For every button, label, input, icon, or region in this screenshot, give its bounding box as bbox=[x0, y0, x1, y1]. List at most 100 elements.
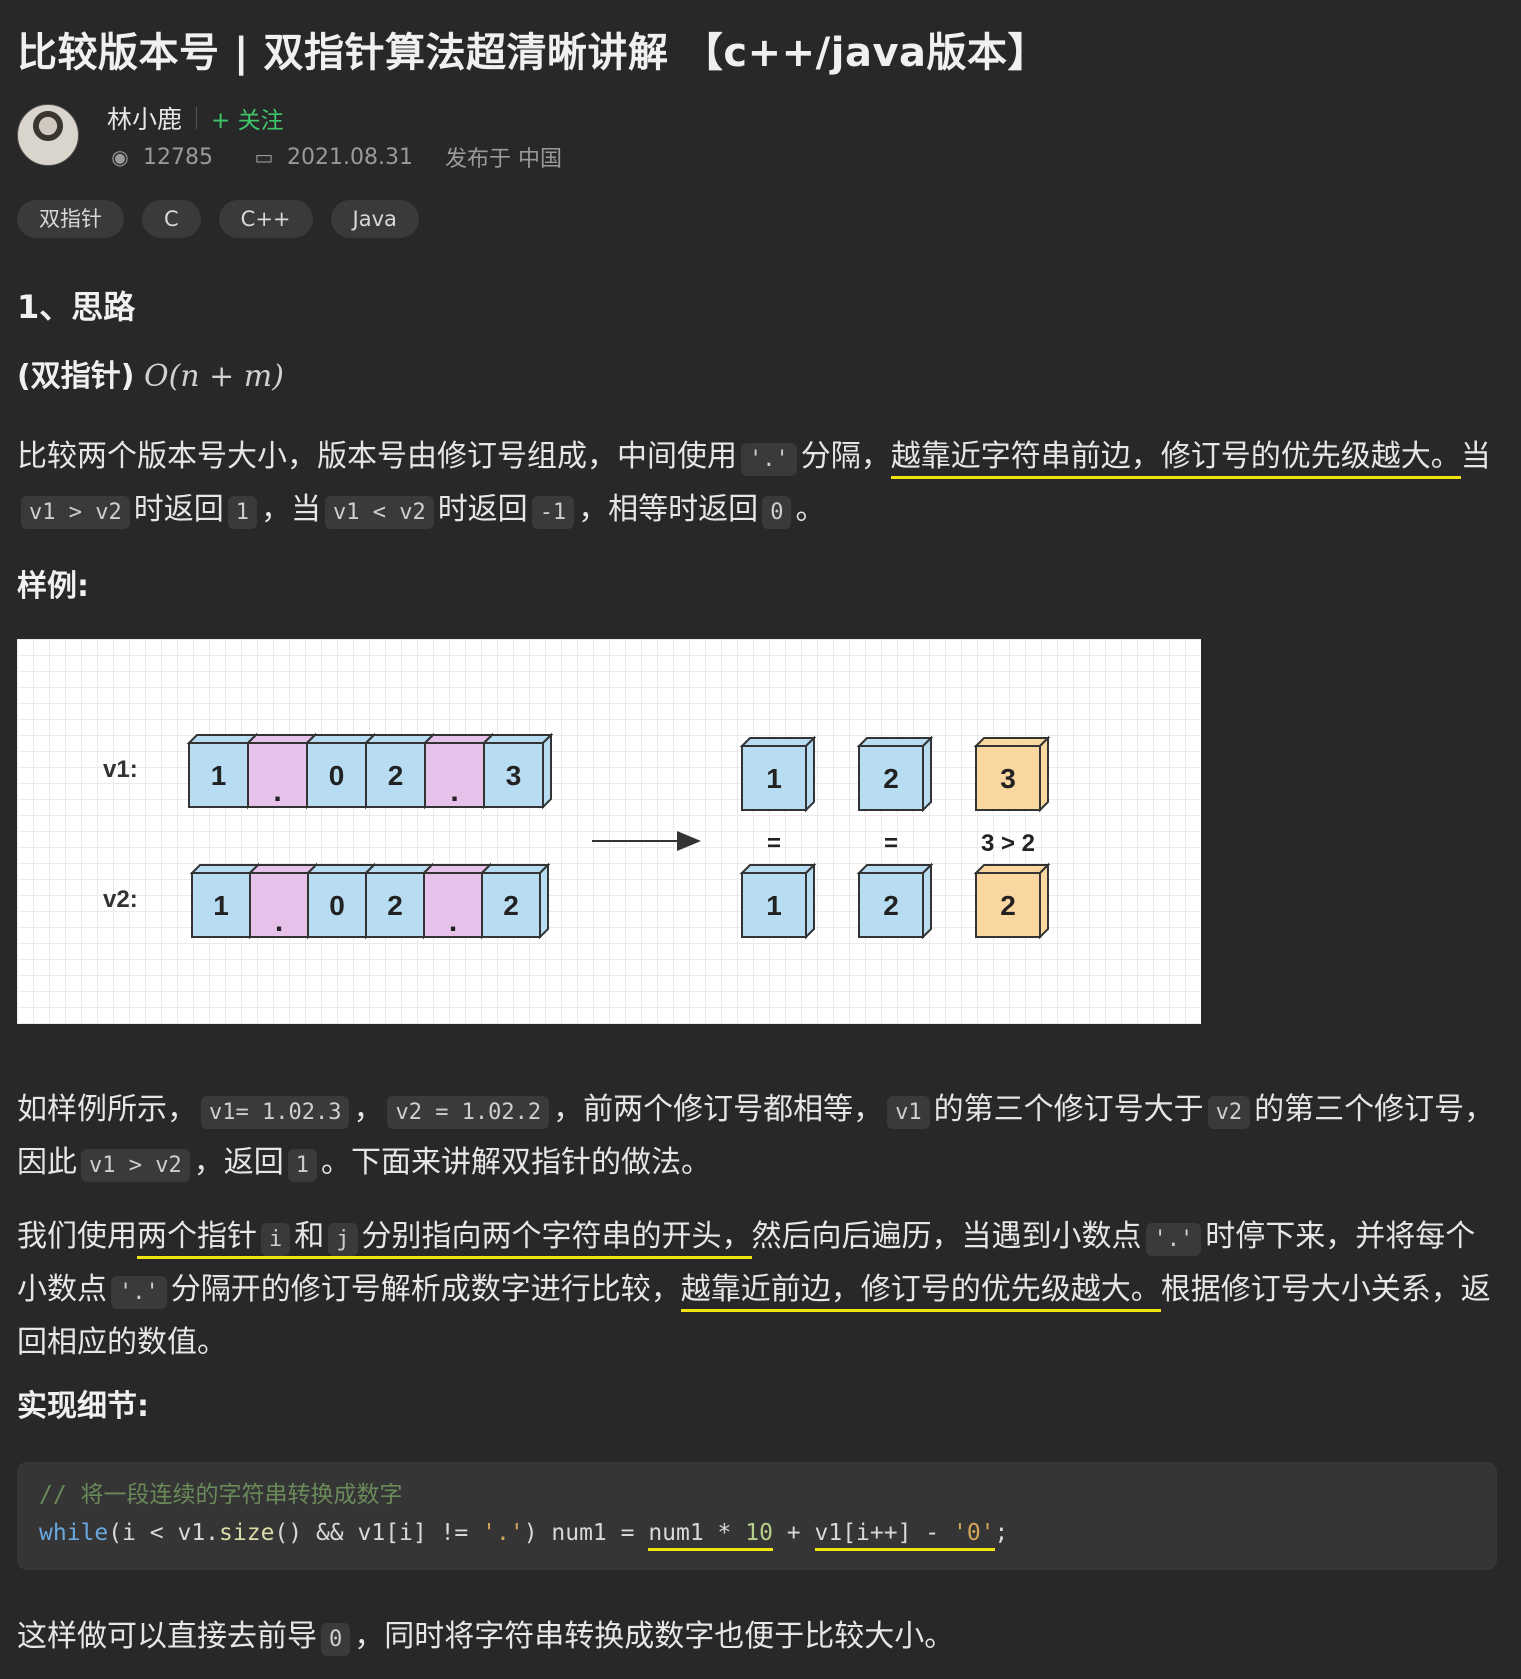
example-label: 样例: bbox=[17, 569, 89, 604]
code-string: '.' bbox=[482, 1520, 524, 1546]
inline-code: '.' bbox=[111, 1276, 167, 1309]
highlighted-text: 越靠近前边，修订号的优先级越大。 bbox=[680, 1272, 1161, 1312]
text: 分别指向两个字符串的开头， bbox=[361, 1219, 752, 1254]
cell-value: 2 bbox=[503, 890, 519, 921]
cell-value: 1 bbox=[213, 890, 229, 921]
code-comment: // 将一段连续的字符串转换成数字 bbox=[39, 1482, 403, 1508]
paragraph-example: 如样例所示， v1= 1.02.3， v2 = 1.02.2 ，前两个修订号都相等， v… bbox=[17, 1085, 1497, 1191]
text: ，当 bbox=[260, 492, 321, 527]
v1-cell: . bbox=[422, 732, 495, 810]
text: 时返回 bbox=[437, 492, 528, 527]
cell-value: 0 bbox=[329, 890, 345, 921]
label-v2: v2: bbox=[103, 886, 138, 913]
paragraph-conclusion: 这样做可以直接去前导 0 ，同时将字符串转换成数字也便于比较大小。 bbox=[17, 1612, 1497, 1665]
cell-value: . bbox=[275, 905, 283, 938]
inline-code: 1 bbox=[287, 1149, 317, 1182]
code-text: (i < v1. bbox=[108, 1520, 220, 1546]
view-count: 12785 bbox=[143, 144, 213, 170]
code-text: ) num1 = bbox=[523, 1520, 649, 1546]
inline-code: '.' bbox=[1145, 1223, 1202, 1256]
complexity: O(n + m) bbox=[143, 359, 284, 394]
tag-c[interactable]: C bbox=[142, 200, 201, 238]
text: 时返回 bbox=[133, 492, 224, 527]
cell-value: 3 bbox=[506, 760, 522, 791]
result-top-cell: 2 bbox=[856, 735, 934, 813]
cell-value: 2 bbox=[388, 760, 404, 791]
v1-cell: 2 bbox=[363, 732, 436, 810]
author-avatar[interactable] bbox=[17, 104, 79, 166]
relation-label: = bbox=[884, 830, 898, 857]
eye-icon: ◉ bbox=[111, 145, 129, 169]
v1-cell: 3 bbox=[481, 732, 554, 810]
v2-cell: 2 bbox=[363, 862, 435, 940]
text: ，同时将字符串转换成数字也便于比较大小。 bbox=[354, 1619, 955, 1654]
v2-cells: 1. 0 2. 2 bbox=[189, 862, 551, 940]
example-figure: v1: v2: 1. 0 2. 3 1. 0 2. 2 1 2 3 1 2 2 = = 3 > 2 bbox=[17, 639, 1201, 1024]
text: 比较两个版本号大小，版本号由修订号组成，中间使用 bbox=[17, 439, 737, 474]
inline-code: v2 bbox=[1207, 1096, 1251, 1129]
author-name[interactable]: 林小鹿 bbox=[107, 100, 182, 136]
code-text: + bbox=[772, 1520, 815, 1546]
cell-value: . bbox=[273, 775, 281, 808]
text: 分隔， bbox=[800, 439, 891, 474]
text: 然后向后遍历，当遇到小数点 bbox=[751, 1219, 1142, 1254]
publish-date: 2021.08.31 bbox=[287, 144, 413, 170]
v1-cell: . bbox=[245, 732, 318, 810]
text: 如样例所示， bbox=[17, 1092, 197, 1127]
text: 时停下来， bbox=[1205, 1219, 1356, 1254]
highlighted-code: v1[i++] - '0' bbox=[814, 1520, 995, 1551]
code-string: '0' bbox=[952, 1520, 995, 1546]
v2-cell: 0 bbox=[305, 862, 377, 940]
text: 两个指针 bbox=[137, 1219, 257, 1254]
paragraph-approach: 我们使用两个指针 i 和 j 分别指向两个字符串的开头，然后向后遍历，当遇到小数点 '.'… bbox=[17, 1212, 1497, 1368]
relation-label: 3 > 2 bbox=[981, 830, 1035, 857]
label-v1: v1: bbox=[103, 756, 138, 783]
text: ，返回 bbox=[193, 1145, 284, 1180]
v2-cell: . bbox=[247, 862, 319, 940]
tag-list: 双指针 C C++ Java bbox=[17, 200, 419, 238]
inline-code: '.' bbox=[741, 443, 797, 476]
result-top-cell: 1 bbox=[739, 735, 817, 813]
code-block: // 将一段连续的字符串转换成数字 while(i < v1.size() &&… bbox=[17, 1462, 1497, 1570]
highlighted-text: 两个指针 i 和 j 分别指向两个字符串的开头， bbox=[137, 1219, 752, 1259]
text: 。下面来讲解双指针的做法。 bbox=[320, 1145, 711, 1180]
inline-code: 0 bbox=[762, 496, 792, 529]
inline-code: v1 bbox=[887, 1096, 930, 1129]
code-text: () && v1[i] != bbox=[274, 1520, 483, 1546]
inline-code: j bbox=[328, 1223, 358, 1256]
inline-code: 0 bbox=[321, 1623, 351, 1656]
section-heading: 1、思路 bbox=[17, 288, 136, 326]
inline-code: v1 > v2 bbox=[21, 496, 130, 529]
result-bottom-cell: 2 bbox=[973, 862, 1051, 940]
text: 分隔开的修订号解析成数字进行比较， bbox=[170, 1272, 681, 1307]
cell-value: 0 bbox=[329, 760, 345, 791]
result-cells: 1 2 3 1 2 2 = = 3 > 2 bbox=[739, 735, 1051, 940]
v2-cell: 2 bbox=[479, 862, 551, 940]
calendar-icon: ▭ bbox=[254, 145, 274, 169]
divider bbox=[196, 107, 198, 129]
v1-cell: 0 bbox=[304, 732, 377, 810]
inline-code: i bbox=[261, 1223, 291, 1256]
tag-cpp[interactable]: C++ bbox=[218, 200, 313, 238]
code-text: ; bbox=[994, 1520, 1009, 1546]
inline-code: v1 > v2 bbox=[81, 1149, 190, 1182]
inline-code: v1 < v2 bbox=[324, 496, 434, 529]
cell-value: 2 bbox=[883, 763, 899, 794]
text: 这样做可以直接去前导 bbox=[17, 1619, 317, 1654]
article-title: 比较版本号 | 双指针算法超清晰讲解 【c++/java版本】 bbox=[17, 30, 1049, 76]
result-bottom-cell: 1 bbox=[739, 862, 817, 940]
result-top-cell: 3 bbox=[973, 735, 1051, 813]
cell-value: 2 bbox=[1000, 890, 1016, 921]
method-line: (双指针) O(n + m) bbox=[17, 352, 1497, 402]
cell-value: . bbox=[449, 905, 457, 938]
follow-button[interactable]: + 关注 bbox=[211, 101, 284, 135]
tag-java[interactable]: Java bbox=[330, 200, 419, 238]
text: 的第三个修订号大于 bbox=[933, 1092, 1204, 1127]
cell-value: 3 bbox=[1000, 763, 1016, 794]
text: 。 bbox=[795, 492, 826, 527]
text: 我们使用 bbox=[17, 1219, 137, 1254]
v1-cells: 1. 0 2. 3 bbox=[186, 732, 554, 810]
tag-two-pointers[interactable]: 双指针 bbox=[17, 200, 124, 238]
relation-label: = bbox=[767, 830, 781, 857]
v1-cell: 1 bbox=[186, 732, 259, 810]
